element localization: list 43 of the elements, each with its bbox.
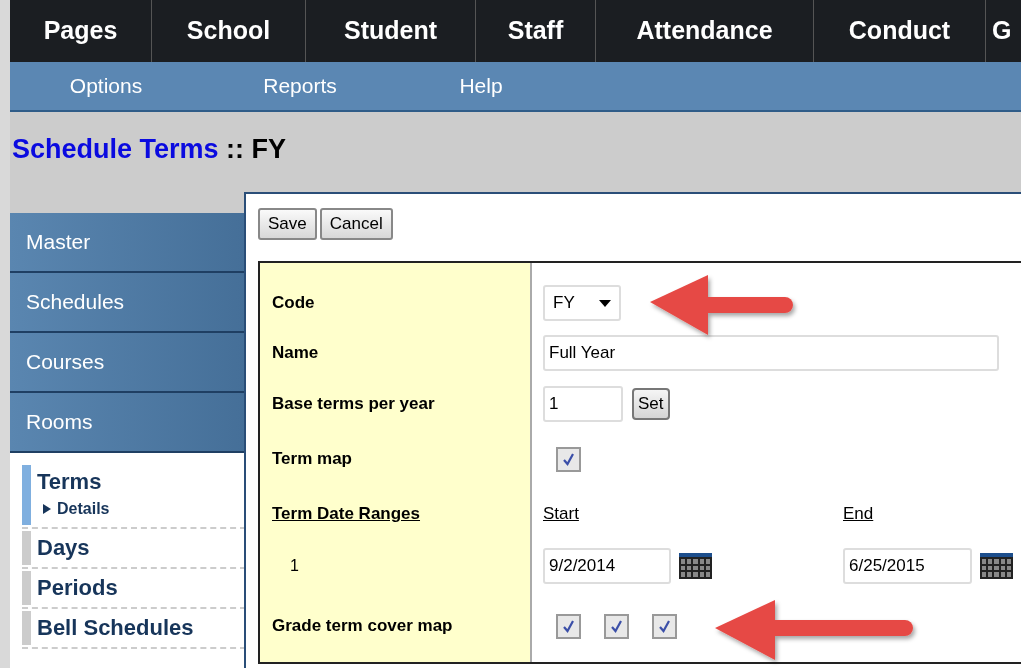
- code-dropdown[interactable]: FY: [543, 285, 621, 321]
- set-button[interactable]: Set: [632, 388, 670, 420]
- field-label: Term map: [272, 448, 352, 471]
- triangle-icon: [43, 504, 51, 514]
- sidebar-item[interactable]: Terms: [37, 467, 110, 497]
- sidebar-subitem[interactable]: Details: [57, 497, 110, 521]
- calendar-icon[interactable]: [679, 553, 712, 579]
- name-field[interactable]: Full Year: [543, 335, 999, 371]
- column-header: End: [843, 503, 874, 526]
- check-icon: [561, 451, 576, 467]
- calendar-icon[interactable]: [980, 553, 1013, 579]
- base-terms-field[interactable]: 1: [543, 386, 623, 422]
- date-field[interactable]: 9/2/2014: [543, 548, 671, 584]
- menu-link[interactable]: Options: [10, 62, 202, 110]
- toolbar-button[interactable]: Save: [258, 208, 317, 240]
- field-label: Name: [272, 342, 319, 365]
- section-heading: Term Date Ranges: [272, 503, 420, 526]
- checkbox[interactable]: [652, 613, 677, 639]
- column-header: Start: [543, 503, 580, 526]
- check-icon: [657, 618, 672, 634]
- field-label: Base terms per year: [272, 393, 435, 416]
- sidebar-section[interactable]: Master: [10, 213, 246, 273]
- toolbar-button[interactable]: Cancel: [319, 208, 393, 240]
- row-number: 1: [290, 556, 299, 576]
- sidebar-section[interactable]: Courses: [10, 333, 246, 393]
- sidebar-item[interactable]: Bell Schedules: [37, 613, 194, 643]
- caret-icon: [599, 299, 611, 307]
- check-icon: [609, 618, 624, 634]
- sidebar-section[interactable]: Schedules: [10, 273, 246, 333]
- sidebar-section[interactable]: Rooms: [10, 393, 246, 453]
- sidebar-item[interactable]: Periods: [37, 573, 118, 603]
- field-label: Code: [272, 292, 315, 315]
- checkbox[interactable]: [556, 613, 581, 639]
- page-title: Schedule Terms :: FY: [12, 136, 287, 163]
- check-icon: [561, 618, 576, 634]
- checkbox[interactable]: [556, 446, 581, 472]
- date-field[interactable]: 6/25/2015: [843, 548, 972, 584]
- checkbox[interactable]: [604, 613, 629, 639]
- sidebar-item[interactable]: Days: [37, 533, 90, 563]
- nav-tab[interactable]: G: [986, 0, 1011, 62]
- menu-link[interactable]: Reports: [202, 62, 398, 110]
- menu-link[interactable]: Help: [398, 62, 564, 110]
- field-label: Grade term cover map: [272, 615, 453, 638]
